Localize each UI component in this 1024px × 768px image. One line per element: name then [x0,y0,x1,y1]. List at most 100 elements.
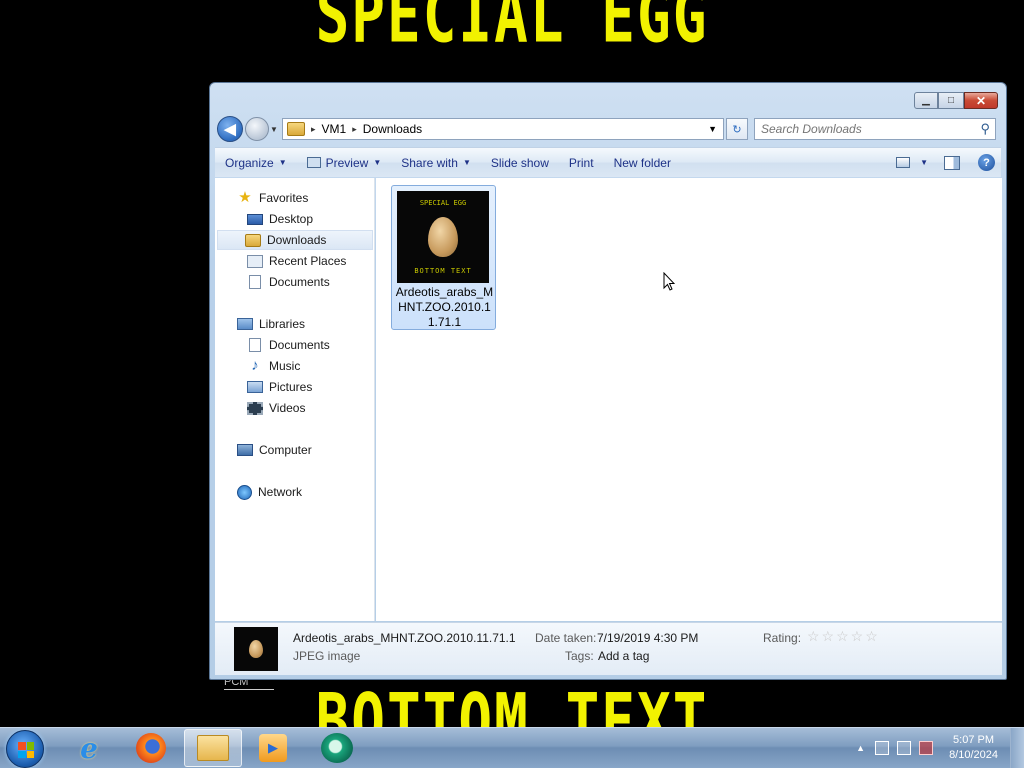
sidebar-item-favorites[interactable]: ★ Favorites [237,188,308,208]
pictures-icon [247,381,263,393]
share-with-button[interactable]: Share with ▼ [391,151,481,175]
video-film-icon [247,401,263,415]
preview-label: Preview [325,155,369,170]
media-player-icon: ▶ [259,734,287,762]
folder-icon [287,122,305,136]
share-with-label: Share with [401,155,458,170]
sidebar-item-recent-places[interactable]: Recent Places [247,251,346,271]
sidebar-item-libraries[interactable]: Libraries [237,314,305,334]
organize-label: Organize [225,155,274,170]
sidebar-item-videos[interactable]: Videos [247,398,305,418]
sidebar-item-label: Downloads [267,233,327,247]
sidebar-item-downloads[interactable]: Downloads [217,230,373,250]
forward-button[interactable] [245,117,269,141]
volume-muted-icon[interactable] [919,741,934,755]
computer-icon [237,444,253,456]
preview-button[interactable]: Preview ▼ [297,151,392,175]
taskbar-media-player[interactable]: ▶ [244,729,302,767]
recent-pages-dropdown[interactable]: ▼ [270,125,280,134]
recent-places-icon [247,254,263,268]
file-item[interactable]: SPECIAL EGG BOTTOM TEXT Ardeotis_arabs_M… [391,185,496,330]
address-dropdown-icon[interactable]: ▼ [708,124,717,134]
dropdown-arrow-icon: ▼ [278,158,287,167]
sidebar-item-computer[interactable]: Computer [237,440,312,460]
breadcrumb-downloads[interactable]: Downloads [363,122,422,136]
egg-image [249,640,263,658]
search-input[interactable] [761,122,971,136]
sidebar-item-documents[interactable]: Documents [247,272,330,292]
change-view-icon[interactable] [896,157,911,168]
preview-pane-icon[interactable] [944,155,960,170]
clock-date: 8/10/2024 [949,749,998,761]
new-folder-button[interactable]: New folder [604,151,681,175]
sidebar-item-label: Pictures [269,380,313,394]
search-box[interactable]: ⚲ [754,118,996,140]
view-controls: ▼ ? [896,154,1001,171]
star-icon: ★ [238,189,252,206]
taskbar-internet-explorer[interactable]: e [60,729,118,767]
dropdown-arrow-icon: ▼ [373,158,382,167]
network-status-icon[interactable] [897,741,912,755]
start-button[interactable] [6,730,44,768]
explorer-window[interactable]: ▁ □ ✕ ◀ ▼ ▸ VM1 ▸ Downloads ▼ ↻ ⚲ Organi… [209,82,1007,680]
minimize-button[interactable]: ▁ [914,92,938,109]
document-icon [249,338,261,352]
close-button[interactable]: ✕ [964,92,998,109]
sidebar-item-pictures[interactable]: Pictures [247,377,312,397]
music-note-icon: ♪ [251,357,259,374]
back-button[interactable]: ◀ [217,116,243,142]
image-thumbnail: SPECIAL EGG BOTTOM TEXT [397,191,489,283]
folder-icon [197,735,229,761]
file-list-pane[interactable]: SPECIAL EGG BOTTOM TEXT Ardeotis_arabs_M… [376,178,1002,621]
sidebar-item-label: Computer [259,443,312,457]
taskbar-windows-explorer[interactable] [184,729,242,767]
breadcrumb-separator-icon[interactable]: ▸ [311,124,316,135]
taskbar-green-app[interactable] [308,729,366,767]
view-options-dropdown-icon[interactable]: ▼ [920,158,928,167]
navigation-bar: ◀ ▼ ▸ VM1 ▸ Downloads ▼ ↻ ⚲ [217,116,1000,142]
sidebar-item-label: Libraries [259,317,306,331]
taskbar-firefox[interactable] [122,729,180,767]
caption-buttons: ▁ □ ✕ [914,92,998,109]
rating-stars[interactable]: ☆☆☆☆☆ [807,628,880,645]
help-icon[interactable]: ? [978,154,995,171]
address-bar[interactable]: ▸ VM1 ▸ Downloads ▼ [282,118,724,140]
details-file-type: JPEG image [293,649,361,663]
show-desktop-button[interactable] [1010,728,1024,768]
network-globe-icon [237,484,252,500]
sidebar-item-label: Network [258,485,303,499]
show-hidden-icons-icon[interactable]: ▲ [856,743,865,753]
windows-logo-icon [18,742,34,758]
breadcrumb-vm1[interactable]: VM1 [322,122,347,136]
libraries-icon [237,318,253,330]
refresh-button[interactable]: ↻ [726,118,748,140]
search-icon[interactable]: ⚲ [980,121,990,137]
sidebar-item-library-documents[interactable]: Documents [247,335,330,355]
thumbnail-top-text: SPECIAL EGG [419,199,467,207]
sidebar-item-label: Desktop [269,212,314,226]
tags-label: Tags: [565,649,594,663]
sidebar-item-label: Documents [269,338,330,352]
wallpaper-top-text: SPECIAL EGG [315,0,709,61]
sidebar-item-desktop[interactable]: Desktop [247,209,313,229]
print-button[interactable]: Print [559,151,604,175]
organize-button[interactable]: Organize ▼ [215,151,297,175]
desktop-icon [247,213,263,225]
sidebar-item-music[interactable]: ♪ Music [247,356,300,376]
document-icon [249,275,261,289]
file-name: Ardeotis_arabs_MHNT.ZOO.2010.11.71.1 [395,285,494,329]
breadcrumb-separator-icon[interactable]: ▸ [352,124,357,135]
action-center-flag-icon[interactable] [875,741,890,755]
thumbnail-bottom-text: BOTTOM TEXT [414,267,472,275]
clock[interactable]: 5:07 PM 8/10/2024 [949,733,998,763]
sidebar-item-network[interactable]: Network [237,482,302,502]
details-pane: Ardeotis_arabs_MHNT.ZOO.2010.11.71.1 JPE… [215,622,1002,675]
sidebar-item-label: Documents [269,275,330,289]
slide-show-button[interactable]: Slide show [481,151,559,175]
navigation-pane: ★ Favorites Desktop Downloads Recent Pla… [215,178,375,621]
egg-image [428,217,458,257]
date-taken-value[interactable]: 7/19/2019 4:30 PM [597,631,698,645]
tags-input[interactable]: Add a tag [598,649,649,663]
maximize-button[interactable]: □ [938,92,964,109]
details-file-name: Ardeotis_arabs_MHNT.ZOO.2010.11.71.1 [293,631,516,645]
